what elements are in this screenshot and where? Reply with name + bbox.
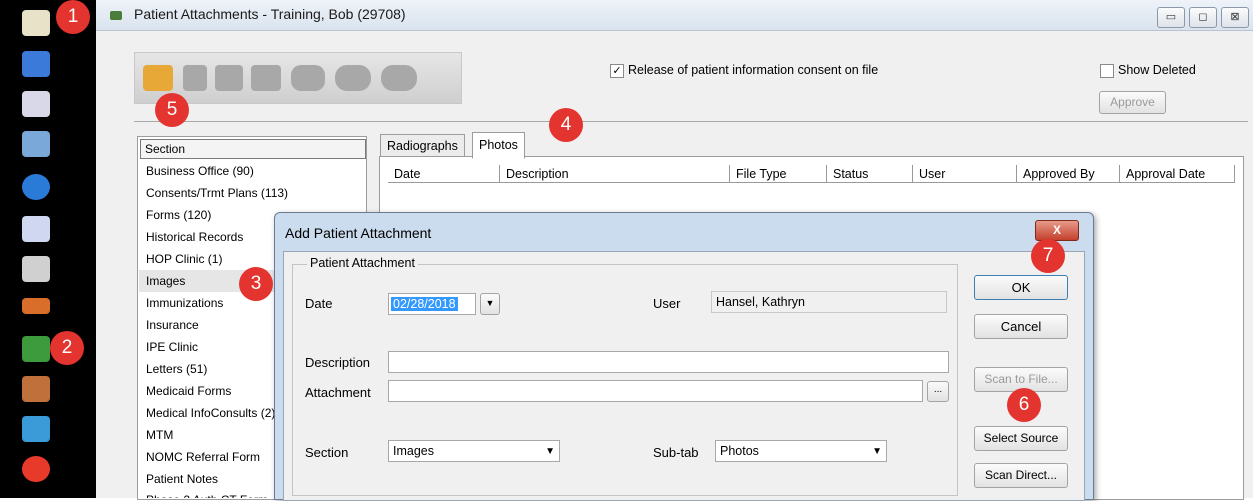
add-patient-attachment-dialog: Add Patient Attachment X Patient Attachm…: [274, 212, 1094, 501]
subtab-value: Photos: [720, 444, 759, 458]
import-icon[interactable]: [335, 65, 371, 91]
ok-button[interactable]: OK: [974, 275, 1068, 300]
minimize-button[interactable]: ▭: [1157, 7, 1185, 28]
section-item-immunizations[interactable]: Immunizations: [146, 296, 223, 310]
section-item-letters[interactable]: Letters (51): [146, 362, 207, 376]
chart-icon[interactable]: [22, 10, 50, 36]
section-item-nomc-referral[interactable]: NOMC Referral Form: [146, 450, 260, 464]
alarm-icon[interactable]: [22, 456, 50, 482]
scan-icon[interactable]: [183, 65, 207, 91]
section-item-patient-notes[interactable]: Patient Notes: [146, 472, 218, 486]
copy-icon[interactable]: [215, 65, 243, 91]
close-button[interactable]: ⊠: [1221, 7, 1249, 28]
show-deleted-checkbox[interactable]: [1100, 64, 1114, 78]
maximize-button[interactable]: ◻: [1189, 7, 1217, 28]
dialog-body: Patient Attachment Date 02/28/2018 ▼ Use…: [283, 251, 1085, 501]
section-header[interactable]: Section: [140, 139, 366, 159]
cancel-button[interactable]: Cancel: [974, 314, 1068, 339]
patient-attachment-group: Patient Attachment Date 02/28/2018 ▼ Use…: [292, 256, 958, 496]
description-input[interactable]: [388, 351, 949, 373]
network-icon[interactable]: [22, 174, 50, 200]
calendar-icon[interactable]: [22, 91, 50, 117]
calculator-icon[interactable]: [22, 131, 50, 157]
tooth-icon[interactable]: [22, 216, 50, 242]
callout-7: 7: [1031, 239, 1065, 273]
show-deleted-label: Show Deleted: [1118, 63, 1196, 77]
group-label: Patient Attachment: [307, 256, 418, 270]
teeth-icon[interactable]: [22, 256, 50, 282]
user-label: User: [653, 296, 681, 311]
date-picker-button[interactable]: ▼: [480, 293, 500, 315]
section-item-medicaid-forms[interactable]: Medicaid Forms: [146, 384, 231, 398]
people-icon[interactable]: [22, 416, 50, 442]
section-item-mtm[interactable]: MTM: [146, 428, 173, 442]
browse-button[interactable]: ...: [927, 381, 949, 402]
chevron-down-icon: ▼: [872, 446, 882, 457]
chevron-down-icon: ▼: [545, 446, 555, 457]
window-titlebar: Patient Attachments - Training, Bob (297…: [96, 0, 1253, 31]
section-item-ipe-clinic[interactable]: IPE Clinic: [146, 340, 198, 354]
toolbar-separator: [134, 121, 1248, 122]
tab-radiographs[interactable]: Radiographs: [380, 134, 465, 158]
ruler-icon[interactable]: [22, 298, 50, 314]
column-approval-date[interactable]: Approval Date: [1120, 165, 1235, 183]
date-value: 02/28/2018: [391, 297, 458, 311]
column-description[interactable]: Description: [500, 165, 730, 183]
select-source-button[interactable]: Select Source: [974, 426, 1068, 451]
camera-icon[interactable]: [291, 65, 325, 91]
scan-direct-button[interactable]: Scan Direct...: [974, 463, 1068, 488]
callout-1: 1: [56, 0, 90, 34]
section-item-business-office[interactable]: Business Office (90): [146, 164, 254, 178]
section-value: Images: [393, 444, 434, 458]
description-label: Description: [305, 355, 371, 370]
column-user[interactable]: User: [913, 165, 1017, 183]
attachment-icon[interactable]: [22, 336, 50, 362]
section-item-images[interactable]: Images: [146, 274, 185, 288]
user-field: Hansel, Kathryn: [711, 291, 947, 313]
column-date[interactable]: Date: [388, 165, 500, 183]
dialog-title: Add Patient Attachment: [285, 225, 432, 241]
dialog-close-button[interactable]: X: [1035, 220, 1079, 241]
attachment-toolbar: [134, 52, 462, 104]
release-consent-checkbox[interactable]: ✓: [610, 64, 624, 78]
app-sidebar: [0, 0, 96, 498]
section-item-insurance[interactable]: Insurance: [146, 318, 199, 332]
attachment-input[interactable]: [388, 380, 923, 402]
column-status[interactable]: Status: [827, 165, 913, 183]
release-consent-label: Release of patient information consent o…: [628, 63, 879, 77]
window-title: Patient Attachments - Training, Bob (297…: [134, 6, 406, 22]
print-icon[interactable]: [251, 65, 281, 91]
add-patient-icon[interactable]: [22, 51, 50, 77]
callout-2: 2: [50, 331, 84, 365]
column-file-type[interactable]: File Type: [730, 165, 827, 183]
section-item-medical-infoconsults[interactable]: Medical InfoConsults (2): [146, 406, 275, 420]
section-item-hop-clinic[interactable]: HOP Clinic (1): [146, 252, 222, 266]
callout-4: 4: [549, 108, 583, 142]
subtab-select[interactable]: Photos ▼: [715, 440, 887, 462]
approve-button[interactable]: Approve: [1099, 91, 1166, 114]
date-label: Date: [305, 296, 333, 311]
subtab-label: Sub-tab: [653, 445, 699, 460]
callout-5: 5: [155, 93, 189, 127]
date-field[interactable]: 02/28/2018: [388, 293, 476, 315]
section-item-phase2[interactable]: Phase 2 Auth CT Form: [146, 493, 268, 498]
app-icon: [110, 11, 122, 20]
column-approved-by[interactable]: Approved By: [1017, 165, 1120, 183]
attachment-label: Attachment: [305, 385, 371, 400]
callout-3: 3: [239, 267, 273, 301]
export-icon[interactable]: [381, 65, 417, 91]
section-item-historical-records[interactable]: Historical Records: [146, 230, 243, 244]
section-label: Section: [305, 445, 349, 460]
section-item-consents[interactable]: Consents/Trmt Plans (113): [146, 186, 288, 200]
section-item-forms[interactable]: Forms (120): [146, 208, 211, 222]
new-attachment-icon[interactable]: [143, 65, 173, 91]
book-icon[interactable]: [22, 376, 50, 402]
tab-photos[interactable]: Photos: [472, 132, 525, 159]
callout-6: 6: [1007, 388, 1041, 422]
section-select[interactable]: Images ▼: [388, 440, 560, 462]
